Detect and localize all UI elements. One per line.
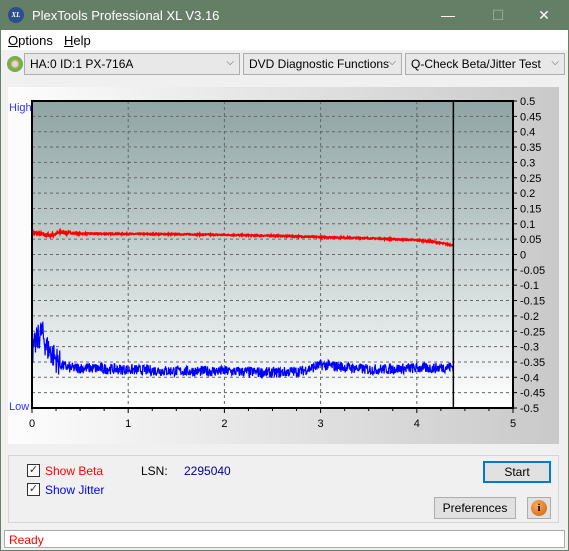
preferences-button[interactable]: Preferences <box>434 497 516 519</box>
y-tick-label: 0.15 <box>520 203 541 215</box>
x-tick-label: 2 <box>221 418 227 430</box>
lsn-value: 2295040 <box>184 464 231 478</box>
chevron-down-icon: ⌵ <box>388 57 396 68</box>
show-beta-label[interactable]: Show Beta <box>45 464 103 478</box>
y-tick-label: 0.3 <box>520 157 535 169</box>
y-tick-label: 0.1 <box>520 219 535 231</box>
disc-icon <box>7 56 23 72</box>
minimize-button[interactable]: — <box>433 4 463 26</box>
y-tick-label: 0.05 <box>520 234 541 246</box>
y-tick-label: -0.25 <box>520 326 545 338</box>
chart-panel: 0.5 0.45 0.4 0.35 0.3 0.25 0.2 0.15 0.1 0.05 0 -0.0… <box>8 87 559 444</box>
controls-group: ✓ Show Beta ✓ Show Jitter LSN: 2295040 S… <box>8 455 559 523</box>
test-select[interactable]: Q-Check Beta/Jitter Test ⌵ <box>405 53 565 75</box>
info-icon: i <box>531 500 547 516</box>
x-tick-label: 5 <box>510 418 516 430</box>
y-tick-label: -0.1 <box>520 280 539 292</box>
close-button[interactable]: ✕ <box>529 4 559 26</box>
beta-jitter-chart: 0.5 0.45 0.4 0.35 0.3 0.25 0.2 0.15 0.1 0.05 0 -0.0… <box>9 96 545 430</box>
function-select[interactable]: DVD Diagnostic Functions ⌵ <box>243 53 402 75</box>
title-bar: XL PlexTools Professional XL V3.16 — ☐ ✕ <box>1 0 568 30</box>
menu-options[interactable]: Options <box>8 33 53 48</box>
status-text: Ready <box>9 533 44 547</box>
x-tick-label: 1 <box>125 418 131 430</box>
y-tick-label: 0.2 <box>520 188 535 200</box>
y-tick-label: 0.35 <box>520 142 541 154</box>
menu-help[interactable]: Help <box>64 33 91 48</box>
menu-bar: Options Help <box>1 30 568 50</box>
lsn-label: LSN: <box>141 464 168 478</box>
y-tick-label: -0.3 <box>520 342 539 354</box>
status-bar: Ready <box>4 530 565 548</box>
y-tick-label: 0.25 <box>520 173 541 185</box>
window-title: PlexTools Professional XL V3.16 <box>32 8 220 23</box>
y-tick-label: -0.05 <box>520 265 545 277</box>
x-tick-label: 3 <box>318 418 324 430</box>
drive-select[interactable]: HA:0 ID:1 PX-716A ⌵ <box>24 53 240 75</box>
y-tick-label: -0.2 <box>520 311 539 323</box>
high-label: High <box>9 102 32 114</box>
show-jitter-checkbox[interactable]: ✓ <box>27 483 40 496</box>
y-tick-label: 0 <box>520 250 526 262</box>
show-jitter-label[interactable]: Show Jitter <box>45 483 104 497</box>
y-tick-label: -0.45 <box>520 388 545 400</box>
toolbar: HA:0 ID:1 PX-716A ⌵ DVD Diagnostic Functi… <box>1 50 568 78</box>
y-tick-label: -0.15 <box>520 296 545 308</box>
app-window: XL PlexTools Professional XL V3.16 — ☐ ✕… <box>1 0 568 550</box>
info-button[interactable]: i <box>527 497 551 519</box>
chevron-down-icon: ⌵ <box>226 57 234 68</box>
chevron-down-icon: ⌵ <box>551 57 559 68</box>
app-logo-icon: XL <box>8 7 24 23</box>
y-tick-label: -0.4 <box>520 372 539 384</box>
x-tick-label: 4 <box>414 418 420 430</box>
show-beta-checkbox[interactable]: ✓ <box>27 464 40 477</box>
y-tick-label: 0.4 <box>520 127 535 139</box>
low-label: Low <box>9 401 29 413</box>
y-tick-label: 0.5 <box>520 96 535 108</box>
x-tick-label: 0 <box>29 418 35 430</box>
y-tick-label: -0.35 <box>520 357 545 369</box>
maximize-button[interactable]: ☐ <box>483 4 513 26</box>
start-button[interactable]: Start <box>483 461 551 483</box>
y-tick-label: 0.45 <box>520 111 541 123</box>
y-tick-label: -0.5 <box>520 403 539 415</box>
